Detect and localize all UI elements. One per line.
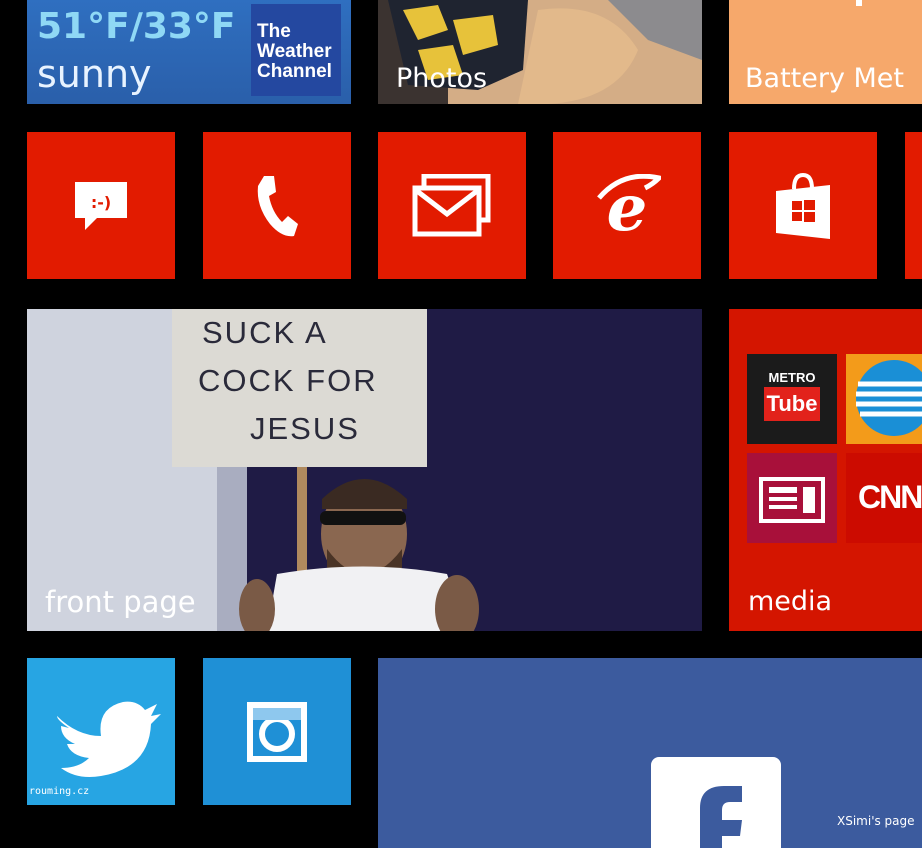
- mail-icon: [412, 173, 491, 236]
- media-label: media: [748, 586, 833, 617]
- weather-condition: sunny: [37, 52, 152, 96]
- svg-text:e: e: [607, 174, 648, 238]
- sign-line: SUCK A: [202, 315, 328, 350]
- media-tile[interactable]: METRO Tube CNN media: [729, 309, 922, 631]
- messaging-tile[interactable]: :-): [27, 132, 175, 279]
- battery-meter-label: Battery Met: [745, 63, 905, 94]
- twitter-tile[interactable]: rouming.cz: [27, 658, 175, 805]
- instagram-tile[interactable]: [203, 658, 351, 805]
- weather-provider-line: Weather: [257, 41, 332, 62]
- store-tile[interactable]: [729, 132, 877, 279]
- internet-explorer-tile[interactable]: e: [553, 132, 701, 279]
- cnn-tile[interactable]: CNN: [846, 453, 922, 543]
- sign-line: COCK FOR: [198, 363, 378, 398]
- weather-provider-line: The: [257, 21, 291, 42]
- photos-label: Photos: [396, 63, 488, 94]
- newspaper-icon: [759, 477, 825, 523]
- partial-app-tile[interactable]: [905, 132, 922, 279]
- instagram-icon: [247, 702, 307, 762]
- store-icon: [776, 172, 830, 239]
- twitter-icon: [57, 701, 161, 777]
- weather-tile[interactable]: 51°F/33°F sunny The Weather Channel: [27, 0, 351, 104]
- att-tile[interactable]: [846, 354, 922, 444]
- battery-meter-tile[interactable]: Battery Met: [729, 0, 922, 104]
- messaging-icon: :-): [75, 181, 127, 230]
- weather-provider-line: Channel: [257, 61, 332, 82]
- watermark-left: rouming.cz: [29, 786, 90, 797]
- phone-icon: [257, 175, 298, 236]
- protest-sign: SUCK A COCK FOR JESUS: [172, 309, 427, 467]
- tube-label: Tube: [764, 387, 820, 421]
- weather-temperature: 51°F/33°F: [37, 6, 236, 47]
- ie-icon: e: [597, 173, 661, 238]
- sign-line: JESUS: [250, 411, 360, 446]
- weather-channel-logo: The Weather Channel: [251, 4, 341, 96]
- watermark-right: XSimi's page: [837, 814, 915, 828]
- emoticon-text: :-): [91, 193, 111, 212]
- metro-label: METRO: [768, 370, 816, 385]
- news-tile[interactable]: [747, 453, 837, 543]
- cnn-logo: CNN: [858, 479, 922, 515]
- photos-tile[interactable]: Photos: [378, 0, 702, 104]
- mail-tile[interactable]: [378, 132, 526, 279]
- battery-icon: [856, 0, 862, 6]
- front-page-label: front page: [45, 585, 196, 619]
- att-globe-icon: [856, 360, 922, 436]
- phone-tile[interactable]: [203, 132, 351, 279]
- front-page-tile[interactable]: SUCK A COCK FOR JESUS front page: [27, 309, 702, 631]
- metro-tube-tile[interactable]: METRO Tube: [747, 354, 837, 444]
